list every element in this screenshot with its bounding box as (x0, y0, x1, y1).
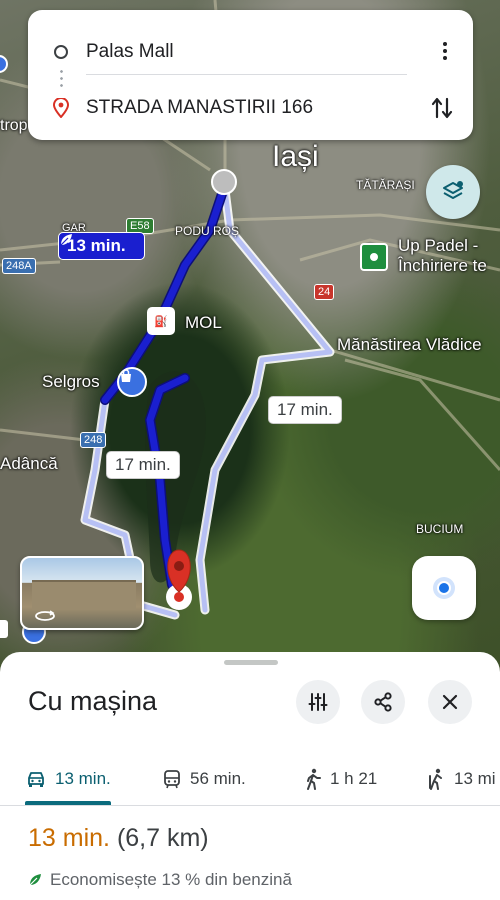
location-dot-icon (433, 577, 455, 599)
eco-savings: Economisește 13 % din benzină (28, 870, 292, 890)
map-label-city: Iași (272, 140, 319, 173)
tune-icon (308, 693, 328, 711)
travel-mode-title: Cu mașina (28, 686, 158, 716)
car-icon (25, 770, 47, 788)
tab-ride[interactable]: 13 mi (426, 752, 496, 806)
origin-row[interactable]: Palas Mall (28, 27, 473, 77)
eco-savings-text: Economisește 13 % din benzină (50, 870, 292, 889)
street-view-360-icon (32, 606, 58, 624)
transit-icon (162, 769, 182, 789)
active-tab-indicator (25, 801, 111, 805)
share-icon (374, 692, 392, 712)
directions-bottom-sheet: Cu mașina 13 min. 56 min. 1 h 21 13 mi 1… (0, 652, 500, 900)
route-label-selected-text: 13 min. (67, 236, 126, 255)
tab-ride-label: 13 mi (454, 769, 496, 788)
search-card-divider (86, 74, 407, 75)
destination-field[interactable]: STRADA MANASTIRII 166 (86, 97, 313, 119)
ride-icon (426, 768, 446, 790)
route-label-selected[interactable]: 13 min. (58, 232, 146, 260)
tab-transit[interactable]: 56 min. (162, 752, 246, 806)
travel-mode-tabs: 13 min. 56 min. 1 h 21 13 mi (0, 752, 500, 806)
map-label-bucium: BUCIUM (416, 522, 464, 536)
more-vert-icon (443, 42, 447, 60)
road-shield-24: 24 (314, 284, 335, 300)
tab-driving-label: 13 min. (55, 769, 111, 788)
share-button[interactable] (361, 680, 405, 724)
my-location-button[interactable] (412, 556, 476, 620)
sport-poi-icon[interactable] (360, 243, 388, 271)
close-icon (442, 694, 458, 710)
route-label-alt-east[interactable]: 17 min. (268, 396, 342, 424)
layers-button[interactable] (426, 165, 480, 219)
map-label-tatarasi: TĂTĂRAȘI (356, 178, 415, 192)
shopping-poi-icon[interactable] (117, 367, 147, 397)
route-label-alt-west[interactable]: 17 min. (106, 451, 180, 479)
route-duration: 13 min. (28, 824, 110, 852)
destination-pin-small-icon (52, 97, 70, 123)
destination-row[interactable]: STRADA MANASTIRII 166 (28, 83, 473, 133)
walk-icon (304, 768, 322, 790)
tab-walking-label: 1 h 21 (330, 769, 378, 788)
street-view-thumbnail[interactable] (20, 556, 144, 630)
tab-walking[interactable]: 1 h 21 (304, 752, 377, 806)
map-label-up-padel: Up Padel - Închiriere te (398, 236, 487, 276)
map-label-manastirea: Mănăstirea Vlădice (337, 335, 482, 354)
route-options-button[interactable] (296, 680, 340, 724)
road-shield-248a: 248A (2, 258, 36, 274)
swap-button[interactable] (427, 92, 457, 124)
map-label-up-padel-line2: Închiriere te (398, 256, 487, 275)
origin-marker (211, 169, 237, 195)
route-distance: (6,7 km) (116, 824, 209, 852)
eco-leaf-small-icon (28, 873, 42, 887)
origin-field[interactable]: Palas Mall (86, 41, 174, 63)
more-options-button[interactable] (435, 36, 455, 66)
map-label-adanca: Adâncă (0, 454, 58, 473)
gas-station-poi-icon[interactable]: ⛽ (147, 307, 175, 335)
map-label-mol: MOL (185, 313, 222, 332)
tab-transit-label: 56 min. (190, 769, 246, 788)
directions-search-card: Palas Mall STRADA MANASTIRII 166 (28, 10, 473, 140)
layers-icon (443, 181, 463, 199)
map-label-up-padel-line1: Up Padel - (398, 236, 479, 255)
map-label-podu-ros: PODU ROȘ (175, 224, 240, 238)
left-edge-info-icon[interactable] (0, 620, 8, 638)
sheet-drag-handle[interactable] (224, 660, 278, 665)
road-shield-248: 248 (80, 432, 107, 448)
map-label-trop: trop (0, 117, 28, 134)
origin-circle-icon (54, 45, 68, 59)
swap-vert-icon (431, 97, 453, 119)
tab-driving[interactable]: 13 min. (25, 752, 111, 806)
map-label-selgros: Selgros (42, 372, 100, 391)
close-button[interactable] (428, 680, 472, 724)
route-summary: 13 min. (6,7 km) (28, 824, 209, 853)
